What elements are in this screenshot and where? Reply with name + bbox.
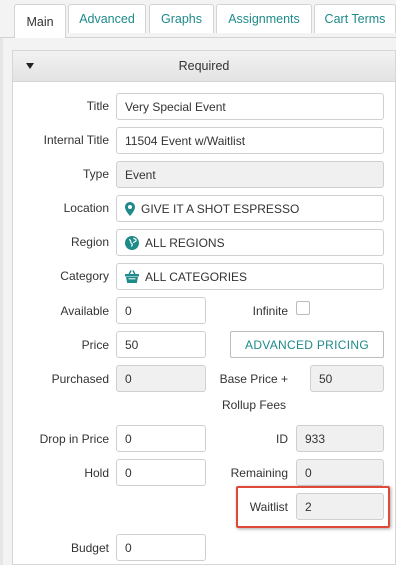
tab-bar: Main Advanced Graphs Assignments Cart Te…: [0, 0, 396, 38]
caret-down-icon: [26, 63, 34, 69]
basket-icon: [125, 270, 139, 283]
region-value: ALL REGIONS: [145, 235, 225, 250]
category-value: ALL CATEGORIES: [145, 269, 248, 284]
category-label: Category: [60, 269, 109, 283]
tab-assignments[interactable]: Assignments: [216, 4, 312, 33]
internal-title-label: Internal Title: [43, 133, 109, 147]
location-value: GIVE IT A SHOT ESPRESSO: [141, 201, 300, 216]
category-select[interactable]: ALL CATEGORIES: [116, 263, 384, 290]
tab-cart-terms[interactable]: Cart Terms: [314, 4, 396, 33]
location-select[interactable]: GIVE IT A SHOT ESPRESSO: [116, 195, 384, 222]
advanced-pricing-button[interactable]: ADVANCED PRICING: [230, 331, 384, 358]
hold-label: Hold: [84, 466, 109, 480]
budget-label: Budget: [70, 541, 109, 555]
base-price-label: Base Price +: [219, 372, 288, 386]
hold-input[interactable]: 0: [116, 459, 206, 486]
id-value: 933: [296, 425, 384, 452]
page-left-edge: [0, 38, 3, 565]
globe-icon: [125, 235, 139, 250]
region-select[interactable]: ALL REGIONS: [116, 229, 384, 256]
drop-in-price-label: Drop in Price: [39, 432, 109, 446]
base-price-value: 50: [310, 365, 384, 392]
title-input[interactable]: Very Special Event: [116, 93, 384, 120]
tab-graphs[interactable]: Graphs: [149, 4, 214, 33]
available-label: Available: [60, 304, 109, 318]
tab-main[interactable]: Main: [14, 4, 66, 38]
location-label: Location: [63, 201, 109, 215]
section-header-required[interactable]: Required: [13, 51, 395, 82]
type-label: Type: [82, 167, 109, 181]
available-input[interactable]: 0: [116, 297, 206, 324]
rollup-fees-label: Rollup Fees: [221, 398, 286, 412]
region-label: Region: [70, 235, 109, 249]
map-pin-icon: [125, 201, 135, 216]
title-label: Title: [86, 99, 109, 113]
section-title: Required: [178, 59, 230, 73]
waitlist-value: 2: [296, 493, 384, 520]
id-label: ID: [276, 432, 288, 446]
price-label: Price: [81, 338, 109, 352]
infinite-label: Infinite: [252, 304, 288, 318]
infinite-checkbox[interactable]: [296, 301, 310, 315]
tab-advanced[interactable]: Advanced: [68, 4, 146, 33]
budget-input[interactable]: 0: [116, 534, 206, 561]
remaining-value: 0: [296, 459, 384, 486]
purchased-label: Purchased: [51, 372, 109, 386]
remaining-label: Remaining: [230, 466, 288, 480]
drop-in-price-input[interactable]: 0: [116, 425, 206, 452]
purchased-value: 0: [116, 365, 206, 392]
waitlist-label: Waitlist: [249, 500, 288, 514]
price-input[interactable]: 50: [116, 331, 206, 358]
internal-title-input[interactable]: 11504 Event w/Waitlist: [116, 127, 384, 154]
type-value: Event: [116, 161, 384, 188]
